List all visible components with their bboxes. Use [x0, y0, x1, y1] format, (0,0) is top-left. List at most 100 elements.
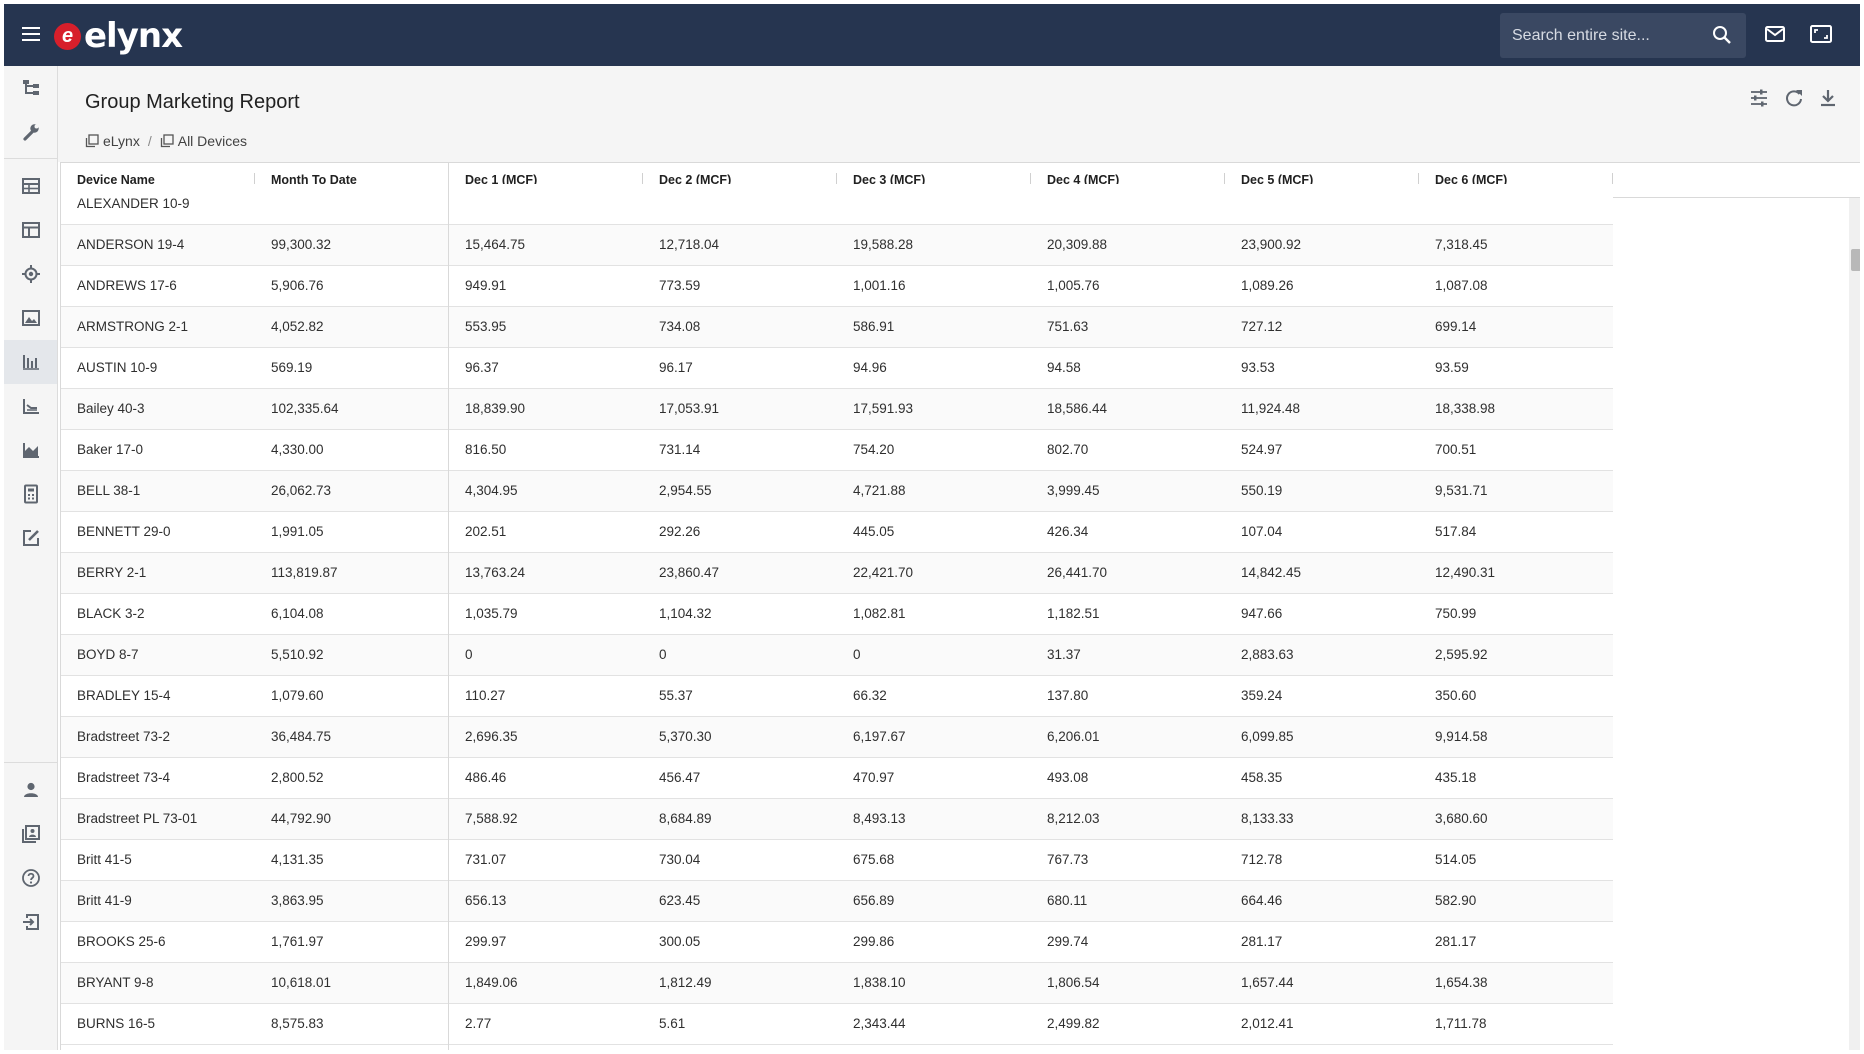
- page-header: Group Marketing Report eLynx / All Devic…: [58, 66, 1860, 162]
- settings-sliders-icon[interactable]: [1749, 88, 1769, 113]
- breadcrumb-item-elynx[interactable]: eLynx: [85, 133, 140, 149]
- table-row[interactable]: BELL 38-1 26,062.73 4,304.95 2,954.55 4,721.…: [61, 471, 1613, 512]
- breadcrumb-separator: /: [147, 133, 152, 149]
- value-cell: 949.91: [465, 278, 507, 293]
- value-cell: 44,792.90: [271, 811, 332, 826]
- device-name-cell: BROOKS 25-6: [77, 934, 166, 949]
- layout-icon[interactable]: [4, 208, 57, 252]
- value-cell: 569.19: [271, 360, 313, 375]
- fullscreen-icon[interactable]: [1810, 24, 1832, 49]
- value-cell: 18,839.90: [465, 401, 526, 416]
- table-row[interactable]: Bradstreet PL 73-01 44,792.90 7,588.92 8,68…: [61, 799, 1613, 840]
- value-cell: 680.11: [1047, 893, 1088, 908]
- contacts-icon[interactable]: [4, 812, 57, 856]
- table-row[interactable]: ANDERSON 19-4 99,300.32 15,464.75 12,718.04…: [61, 225, 1613, 266]
- breadcrumb-label: All Devices: [177, 133, 247, 149]
- table-row[interactable]: AUSTIN 10-9 569.19 96.37 96.17 94.96 94.58 93.…: [61, 348, 1613, 389]
- user-icon[interactable]: [4, 768, 57, 812]
- table-row[interactable]: BOYD 8-7 5,510.92 0 0 0 31.37 2,883.63 2,595.92: [61, 635, 1613, 676]
- value-cell: 12,718.04: [659, 237, 720, 252]
- value-cell: 582.90: [1435, 893, 1477, 908]
- mail-icon[interactable]: [1764, 24, 1786, 49]
- help-icon[interactable]: [4, 856, 57, 900]
- device-name-cell: BRADLEY 15-4: [77, 688, 171, 703]
- logout-icon[interactable]: [4, 900, 57, 944]
- value-cell: 750.99: [1435, 606, 1477, 621]
- search-icon[interactable]: [1712, 25, 1732, 50]
- table-row[interactable]: BRYANT 9-8 10,618.01 1,849.06 1,812.49 1,838…: [61, 963, 1613, 1004]
- breadcrumb-item-all-devices[interactable]: All Devices: [160, 133, 247, 149]
- device-name-cell: BENNETT 29-0: [77, 524, 171, 539]
- value-cell: 19,588.28: [853, 237, 914, 252]
- value-cell: [837, 184, 1031, 224]
- top-bar: e elynx: [4, 4, 1860, 66]
- table-icon[interactable]: [4, 164, 57, 208]
- table-row[interactable]: Britt 41-9 3,863.95 656.13 623.45 656.89 680.…: [61, 881, 1613, 922]
- refresh-icon[interactable]: [1784, 88, 1804, 113]
- value-cell: 4,304.95: [465, 483, 518, 498]
- device-name-cell: BOYD 8-7: [77, 647, 139, 662]
- page-title: Group Marketing Report: [85, 91, 300, 113]
- value-cell: 36,484.75: [271, 729, 332, 744]
- value-cell: 699.14: [1435, 319, 1477, 334]
- value-cell: 1,087.08: [1435, 278, 1488, 293]
- line-chart-icon[interactable]: [4, 384, 57, 428]
- value-cell: 66.32: [853, 688, 887, 703]
- value-cell: 3,863.95: [271, 893, 324, 908]
- vertical-scrollbar[interactable]: [1849, 198, 1860, 1050]
- value-cell: [1225, 184, 1419, 224]
- value-cell: 8,493.13: [853, 811, 906, 826]
- table-row[interactable]: BRADLEY 15-4 1,079.60 110.27 55.37 66.32 137.…: [61, 676, 1613, 717]
- value-cell: 734.08: [659, 319, 701, 334]
- table-row[interactable]: BLACK 3-2 6,104.08 1,035.79 1,104.32 1,082.8…: [61, 594, 1613, 635]
- scrollbar-thumb[interactable]: [1851, 249, 1860, 271]
- value-cell: 1,104.32: [659, 606, 712, 621]
- report-icon[interactable]: [4, 340, 57, 384]
- table-row[interactable]: Bailey 40-3 102,335.64 18,839.90 17,053.91 1…: [61, 389, 1613, 430]
- value-cell: 1,711.78: [1435, 1016, 1487, 1031]
- value-cell: 586.91: [853, 319, 895, 334]
- value-cell: 664.46: [1241, 893, 1283, 908]
- value-cell: 1,079.60: [271, 688, 324, 703]
- table-row[interactable]: ALEXANDER 10-9: [61, 184, 1613, 225]
- group-icon: [85, 134, 99, 148]
- device-name-cell: Bradstreet PL 73-01: [77, 811, 198, 826]
- table-row[interactable]: Bradstreet 73-2 36,484.75 2,696.35 5,370.30…: [61, 717, 1613, 758]
- table-row[interactable]: Baker 17-0 4,330.00 816.50 731.14 754.20 802.…: [61, 430, 1613, 471]
- menu-icon[interactable]: [22, 25, 44, 45]
- value-cell: 656.89: [853, 893, 895, 908]
- value-cell: 3,680.60: [1435, 811, 1488, 826]
- value-cell: 281.17: [1241, 934, 1283, 949]
- download-icon[interactable]: [1818, 88, 1838, 113]
- wrench-icon[interactable]: [4, 110, 57, 154]
- image-icon[interactable]: [4, 296, 57, 340]
- value-cell: 26,441.70: [1047, 565, 1108, 580]
- area-chart-icon[interactable]: [4, 428, 57, 472]
- table-row[interactable]: BENNETT 29-0 1,991.05 202.51 292.26 445.05 42…: [61, 512, 1613, 553]
- table-row[interactable]: BURNS 16-5 8,575.83 2.77 5.61 2,343.44 2,499.…: [61, 1004, 1613, 1045]
- value-cell: 458.35: [1241, 770, 1283, 785]
- value-cell: 0: [853, 647, 861, 662]
- table-row[interactable]: Britt 41-5 4,131.35 731.07 730.04 675.68 767.…: [61, 840, 1613, 881]
- search-input[interactable]: [1512, 13, 1702, 58]
- value-cell: 99,300.32: [271, 237, 332, 252]
- table-row[interactable]: BERRY 2-1 113,819.87 13,763.24 23,860.47 22,…: [61, 553, 1613, 594]
- value-cell: 299.97: [465, 934, 507, 949]
- table-row[interactable]: Bradstreet 73-4 2,800.52 486.46 456.47 470.9…: [61, 758, 1613, 799]
- value-cell: 2,499.82: [1047, 1016, 1100, 1031]
- value-cell: 93.53: [1241, 360, 1275, 375]
- target-icon[interactable]: [4, 252, 57, 296]
- table-row[interactable]: ANDREWS 17-6 5,906.76 949.91 773.59 1,001.16…: [61, 266, 1613, 307]
- table-row[interactable]: BROOKS 25-6 1,761.97 299.97 300.05 299.86 299…: [61, 922, 1613, 963]
- calculator-icon[interactable]: [4, 472, 57, 516]
- value-cell: 0: [659, 647, 667, 662]
- value-cell: 9,531.71: [1435, 483, 1488, 498]
- table-row[interactable]: ARMSTRONG 2-1 4,052.82 553.95 734.08 586.91 7…: [61, 307, 1613, 348]
- value-cell: 202.51: [465, 524, 507, 539]
- value-cell: 18,338.98: [1435, 401, 1496, 416]
- logo[interactable]: e elynx: [54, 16, 183, 56]
- value-cell: 8,133.33: [1241, 811, 1294, 826]
- value-cell: 1,001.16: [853, 278, 906, 293]
- hierarchy-icon[interactable]: [4, 66, 57, 110]
- edit-icon[interactable]: [4, 516, 57, 560]
